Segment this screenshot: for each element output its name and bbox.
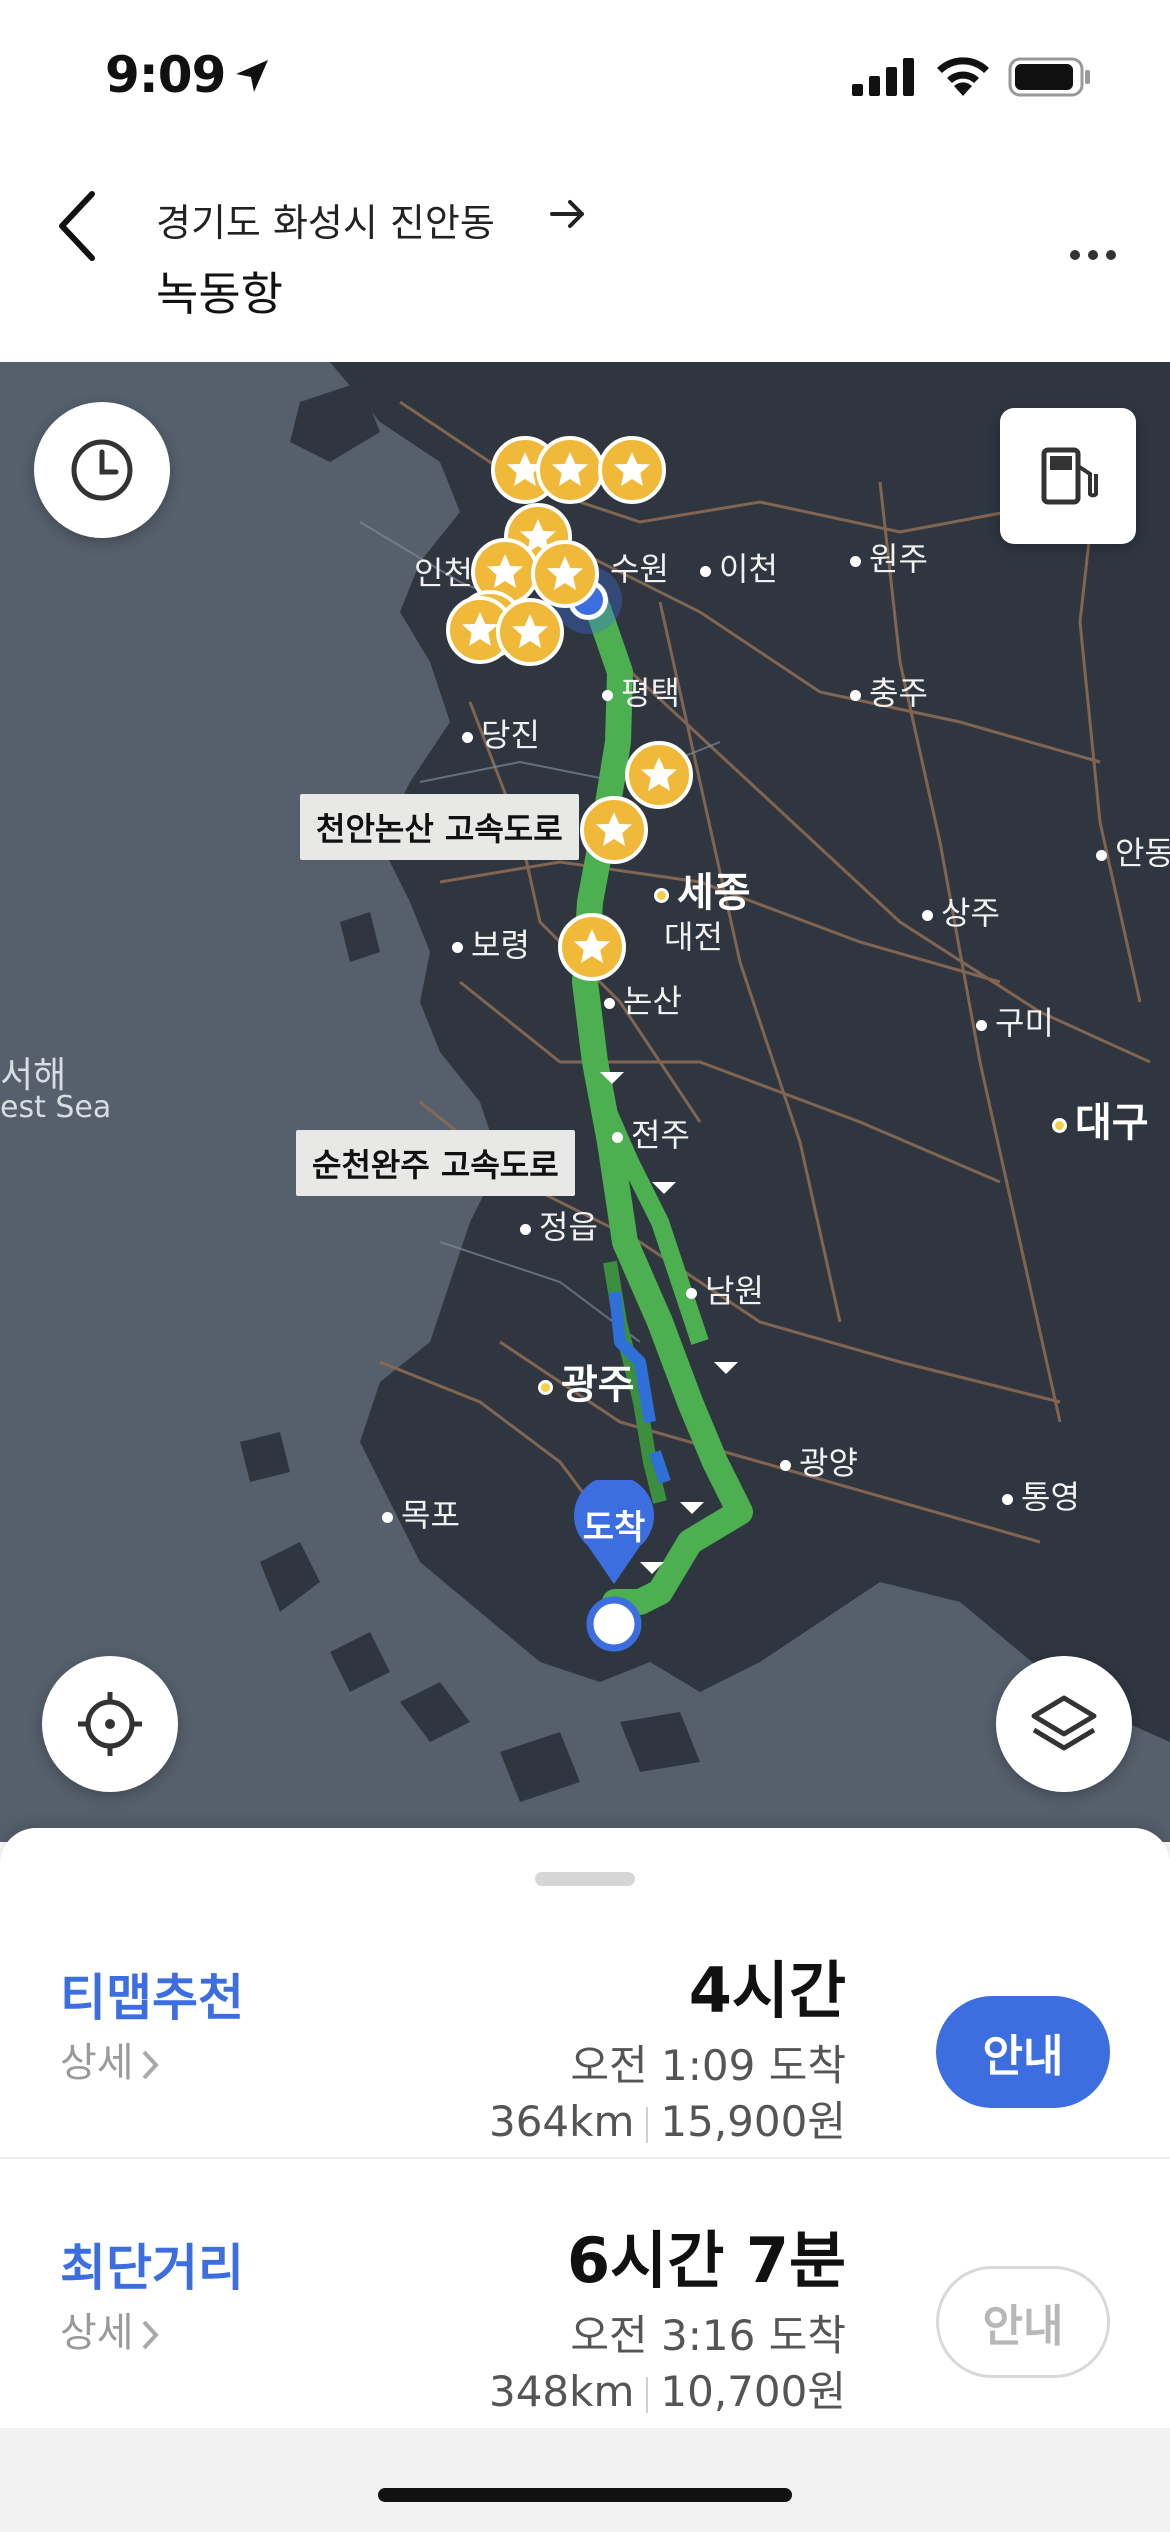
city-label: 광주 [538,1352,635,1410]
city-label: 통영 [1002,1472,1080,1518]
gas-station-button[interactable] [1000,408,1136,544]
status-time: 9:09 [105,46,226,104]
home-area [0,2428,1170,2532]
more-options-button[interactable] [1068,240,1118,270]
route-detail-link[interactable]: 상세 [60,2030,160,2088]
destination-point-icon [586,1596,642,1652]
city-label: 남원 [686,1266,764,1312]
route-option-shortest[interactable]: 최단거리 상세 6시간 7분 오전 3:16 도착 348km 10,700원 안… [0,2168,1170,2436]
city-label: 구미 [976,998,1054,1044]
city-label: 목포 [382,1490,460,1536]
city-label: 당진 [462,710,540,756]
city-label: 정읍 [520,1202,598,1248]
history-button[interactable] [34,402,170,538]
layers-icon [1031,1695,1097,1751]
route-meta: 348km 10,700원 [489,2358,846,2419]
route-duration: 4시간 [688,1954,846,2027]
city-label: 이천 [700,544,778,590]
star-icon[interactable] [580,796,648,864]
city-label: 논산 [604,976,682,1022]
map-view[interactable]: 인천 수원 이천 원주 평택 충주 당진 세종 대전 안동 상주 보령 논산 구… [0,362,1170,1842]
chevron-right-icon [142,2320,159,2350]
divider [0,2157,1170,2159]
route-option-recommended[interactable]: 티맵추천 상세 4시간 오전 1:09 도착 364km 15,900원 안내 [0,1898,1170,2166]
route-header: 경기도 화성시 진안동 녹동항 [0,150,1170,362]
star-icon[interactable] [531,540,599,608]
route-arrival: 오전 3:16 도착 [570,2311,846,2360]
road-label-cheonan-nonsan: 천안논산 고속도로 [300,794,579,860]
status-bar: 9:09 [0,0,1170,150]
route-distance: 348km [488,2367,635,2416]
start-guidance-button[interactable]: 안내 [936,2266,1110,2378]
start-guidance-button[interactable]: 안내 [936,1996,1110,2108]
route-detail-link[interactable]: 상세 [60,2300,160,2358]
cellular-signal-icon [852,58,914,96]
city-label: 원주 [850,534,928,580]
city-label: 수원 [610,550,669,588]
locate-icon [78,1692,142,1756]
city-label: 전주 [612,1110,690,1156]
city-label: 세종 [654,860,751,918]
star-icon[interactable] [496,598,564,666]
route-options-sheet: 티맵추천 상세 4시간 오전 1:09 도착 364km 15,900원 안내 최… [0,1828,1170,2532]
clock-icon [71,439,133,501]
road-label-suncheon-wanju: 순천완주 고속도로 [296,1130,575,1196]
city-label: 충주 [850,668,928,714]
city-label: 안동 [1096,828,1170,874]
city-label: 상주 [922,888,1000,934]
city-label: 보령 [452,920,530,966]
battery-icon [1008,57,1090,97]
favorite-stars-layer[interactable] [0,362,1170,1842]
star-icon[interactable] [558,913,626,981]
sea-label: est Sea [0,1090,112,1125]
city-label: 평택 [602,668,680,714]
chevron-right-icon [142,2050,159,2080]
destination-pin-label: 도착 [582,1508,646,1548]
route-toll: 10,700원 [660,2367,846,2416]
back-button[interactable] [50,186,110,266]
star-icon[interactable] [625,741,693,809]
star-icon[interactable] [598,436,666,504]
layers-button[interactable] [996,1656,1132,1792]
location-arrow-icon [236,60,268,92]
current-location-button[interactable] [42,1656,178,1792]
origin-text[interactable]: 경기도 화성시 진안동 [156,192,495,247]
route-arrival: 오전 1:09 도착 [570,2041,846,2090]
route-meta: 364km 15,900원 [489,2088,846,2149]
destination-text[interactable]: 녹동항 [156,258,283,324]
route-name: 티맵추천 [60,1969,244,2027]
home-indicator[interactable] [378,2488,792,2502]
city-label: 광양 [780,1438,858,1484]
route-distance: 364km [488,2097,635,2146]
star-icon[interactable] [536,436,604,504]
route-name: 최단거리 [60,2239,244,2297]
arrow-right-icon [550,200,584,228]
city-label: 대구 [1052,1090,1149,1148]
city-label: 대전 [664,918,723,956]
sheet-grabber[interactable] [535,1872,635,1886]
wifi-icon [937,57,989,96]
route-toll: 15,900원 [660,2097,846,2146]
route-duration: 6시간 7분 [567,2224,846,2297]
gas-station-icon [1041,447,1098,505]
city-label: 인천 [414,554,473,592]
